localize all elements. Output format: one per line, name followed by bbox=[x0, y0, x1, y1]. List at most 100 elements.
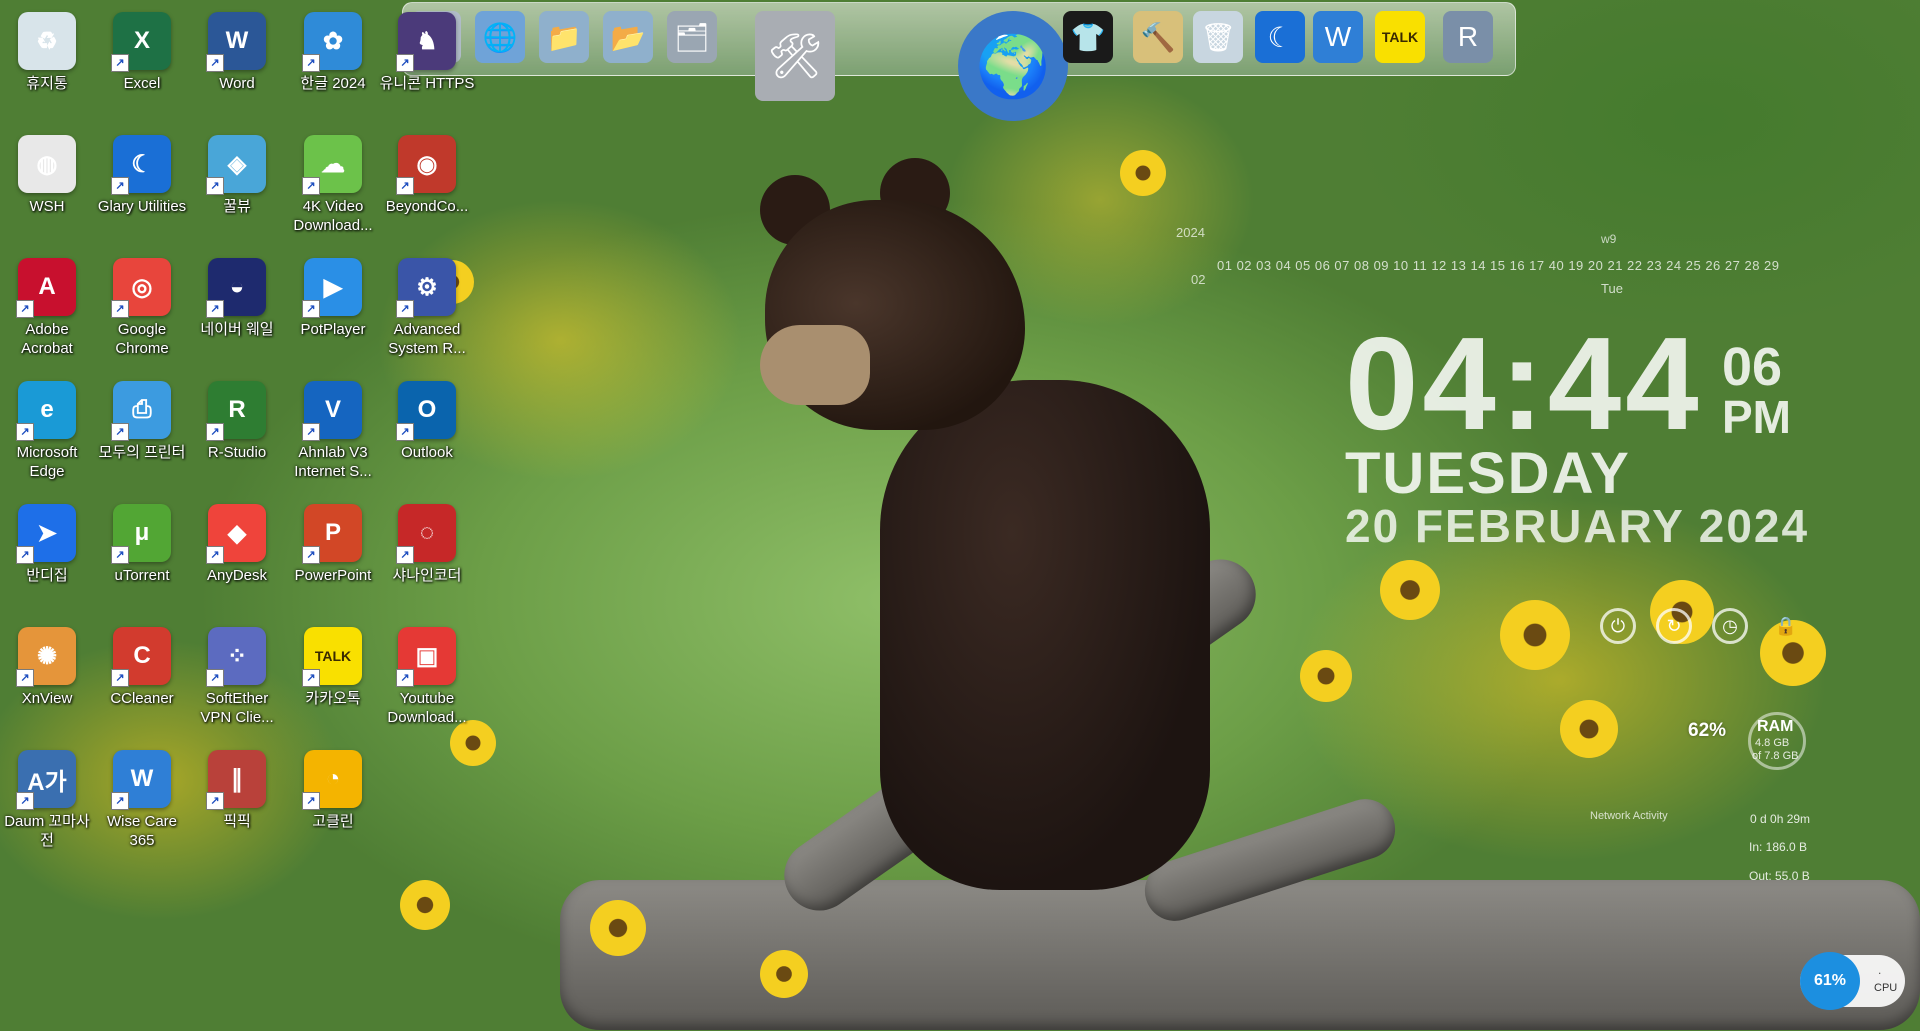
desktop-icon-label: 꿀뷰 bbox=[223, 198, 251, 215]
excel-icon: X ↗ bbox=[111, 12, 171, 72]
ram-total: of 7.8 GB bbox=[1752, 750, 1799, 762]
google-chrome-icon: ◎ ↗ bbox=[111, 258, 171, 318]
desktop-icon[interactable]: ◔ ↗ 고클린 bbox=[288, 750, 378, 868]
desktop-icon[interactable]: ∥ ↗ 픽픽 bbox=[192, 750, 282, 868]
downloads-folder-icon[interactable]: 📂 bbox=[603, 11, 653, 63]
desktop-icon[interactable]: ♻ 휴지통 bbox=[2, 12, 92, 130]
desktop-icon[interactable]: ⎙ ↗ 모두의 프린터 bbox=[97, 381, 187, 499]
shutdown-icon[interactable]: ⏻ bbox=[1600, 608, 1636, 644]
desktop-icon-label: Glary Utilities bbox=[97, 198, 187, 215]
desktop-icon-label: 휴지통 bbox=[26, 75, 68, 92]
shortcut-arrow-icon: ↗ bbox=[206, 177, 224, 195]
desktop-icon-label: Google Chrome bbox=[115, 321, 169, 357]
desktop-icon[interactable]: ✺ ↗ XnView bbox=[2, 627, 92, 745]
desktop-icon[interactable]: ◍ WSH bbox=[2, 135, 92, 253]
goclean-icon: ◔ ↗ bbox=[302, 750, 362, 810]
hammer-tool-icon[interactable]: 🔨 bbox=[1133, 11, 1183, 63]
desktop-icon[interactable]: ▶ ↗ PotPlayer bbox=[288, 258, 378, 376]
wallpaper-flower bbox=[760, 950, 808, 998]
outlook-icon: O ↗ bbox=[396, 381, 456, 441]
network-out: Out: 55.0 B bbox=[1749, 869, 1810, 883]
bandizip-icon: ➤ ↗ bbox=[16, 504, 76, 564]
wallpaper-flower bbox=[1500, 600, 1570, 670]
desktop-icon[interactable]: TALK ↗ 카카오톡 bbox=[288, 627, 378, 745]
honeyview-icon: ◈ ↗ bbox=[206, 135, 266, 195]
desktop-icon[interactable]: ◉ ↗ BeyondCo... bbox=[382, 135, 472, 253]
wallpaper-log bbox=[560, 880, 1920, 1030]
ram-label: RAM bbox=[1757, 718, 1794, 735]
desktop-icon[interactable]: ✿ ↗ 한글 2024 bbox=[288, 12, 378, 130]
wise-care-dock-icon[interactable]: W bbox=[1313, 11, 1363, 63]
desktop-icon-label: Microsoft Edge bbox=[16, 444, 78, 480]
network-folder-icon[interactable]: 🌐 bbox=[475, 11, 525, 63]
desktop-icon[interactable]: ♞ ↗ 유니콘 HTTPS bbox=[380, 12, 474, 130]
dock-glyph: 🛠 bbox=[767, 32, 823, 81]
wallpaper-flower bbox=[590, 900, 646, 956]
shortcut-arrow-icon: ↗ bbox=[206, 423, 224, 441]
desktop-icon[interactable]: ☾ ↗ Glary Utilities bbox=[97, 135, 187, 253]
desktop-icon[interactable]: ◒ ↗ 네이버 웨일 bbox=[192, 258, 282, 376]
desktop-icon[interactable]: W ↗ Wise Care 365 bbox=[97, 750, 187, 868]
icon-glyph: ◉ bbox=[416, 150, 438, 178]
recycle-bin-dock-icon[interactable]: 🗑 bbox=[1193, 11, 1243, 63]
desktop-icon[interactable]: ◌ ↗ 샤나인코더 bbox=[382, 504, 472, 622]
desktop-icon[interactable]: ◆ ↗ AnyDesk bbox=[192, 504, 282, 622]
desktop-icon[interactable]: A가 ↗ Daum 꼬마사전 bbox=[2, 750, 92, 868]
desktop-icon-label: PowerPoint bbox=[294, 567, 372, 584]
desktop-icon[interactable]: A ↗ Adobe Acrobat bbox=[2, 258, 92, 376]
shortcut-arrow-icon: ↗ bbox=[111, 792, 129, 810]
icon-glyph: ✿ bbox=[322, 27, 344, 55]
icon-glyph: ☾ bbox=[131, 150, 153, 178]
cpu-mark: . bbox=[1878, 963, 1882, 977]
desktop-icon-label: BeyondCo... bbox=[385, 198, 469, 215]
dock-glyph: 🔨 bbox=[1140, 21, 1176, 53]
system-tools-icon[interactable]: 🛠 bbox=[755, 11, 835, 101]
desktop-icon[interactable]: ⁘ ↗ SoftEther VPN Clie... bbox=[192, 627, 282, 745]
desktop-icon[interactable]: μ ↗ uTorrent bbox=[97, 504, 187, 622]
icon-glyph: W bbox=[225, 27, 249, 54]
printer-icon: ⎙ ↗ bbox=[111, 381, 171, 441]
restart-icon[interactable]: ↻ bbox=[1656, 608, 1692, 644]
folder-icon[interactable]: 📁 bbox=[539, 11, 589, 63]
desktop-icon[interactable]: R ↗ R-Studio bbox=[192, 381, 282, 499]
desktop-icon[interactable]: C ↗ CCleaner bbox=[97, 627, 187, 745]
icon-glyph: ◈ bbox=[227, 150, 247, 178]
desktop-icon[interactable]: ⚙ ↗ Advanced System R... bbox=[382, 258, 472, 376]
dock-toolbar: 🗎🌐📁📂🗂🛠🌍👕🔨🗑☾WTALKR bbox=[402, 2, 1516, 121]
cpu-meter-widget[interactable]: 61% . CPU bbox=[1800, 952, 1905, 1010]
desktop-icon[interactable]: ▣ ↗ Youtube Download... bbox=[382, 627, 472, 745]
desktop-icon[interactable]: P ↗ PowerPoint bbox=[288, 504, 378, 622]
icon-glyph: ◎ bbox=[131, 273, 153, 301]
desktop-icon[interactable]: W ↗ Word bbox=[192, 12, 282, 130]
kakaotalk-dock-icon[interactable]: TALK bbox=[1375, 11, 1425, 63]
sleep-icon[interactable]: ◷ bbox=[1712, 608, 1748, 644]
tshirt-icon[interactable]: 👕 bbox=[1063, 11, 1113, 63]
desktop-icon[interactable]: O ↗ Outlook bbox=[382, 381, 472, 499]
desktop-icon-label: Daum 꼬마사전 bbox=[4, 813, 90, 849]
softether-vpn-icon: ⁘ ↗ bbox=[206, 627, 266, 687]
icon-glyph: ♞ bbox=[416, 27, 438, 55]
wallpaper-flower bbox=[1380, 560, 1440, 620]
shortcut-arrow-icon: ↗ bbox=[206, 669, 224, 687]
desktop-icon[interactable]: X ↗ Excel bbox=[97, 12, 187, 130]
web-globe-icon[interactable]: 🌍 bbox=[958, 11, 1068, 121]
clock-time: 04:44 bbox=[1345, 310, 1703, 457]
wallpaper-flower bbox=[1560, 700, 1618, 758]
icon-glyph: ◒ bbox=[229, 273, 245, 300]
r-drive-dock-icon[interactable]: R bbox=[1443, 11, 1493, 63]
desktop-icon-label: 4K Video Download... bbox=[293, 198, 373, 234]
lock-icon[interactable]: 🔒 bbox=[1768, 608, 1804, 644]
dock-glyph: ☾ bbox=[1267, 21, 1293, 53]
desktop-icon[interactable]: ◎ ↗ Google Chrome bbox=[97, 258, 187, 376]
desktop-icon[interactable]: ☁ ↗ 4K Video Download... bbox=[288, 135, 378, 253]
dock-glyph: 🌐 bbox=[482, 21, 518, 53]
desktop-icon[interactable]: e ↗ Microsoft Edge bbox=[2, 381, 92, 499]
shortcut-arrow-icon: ↗ bbox=[111, 300, 129, 318]
desktop-icon[interactable]: ➤ ↗ 반디집 bbox=[2, 504, 92, 622]
glary-dock-icon[interactable]: ☾ bbox=[1255, 11, 1305, 63]
shortcut-arrow-icon: ↗ bbox=[206, 300, 224, 318]
drive-folder-icon[interactable]: 🗂 bbox=[667, 11, 717, 63]
desktop-icon[interactable]: V ↗ Ahnlab V3 Internet S... bbox=[288, 381, 378, 499]
desktop-icon[interactable]: ◈ ↗ 꿀뷰 bbox=[192, 135, 282, 253]
kakaotalk-icon: TALK ↗ bbox=[302, 627, 362, 687]
